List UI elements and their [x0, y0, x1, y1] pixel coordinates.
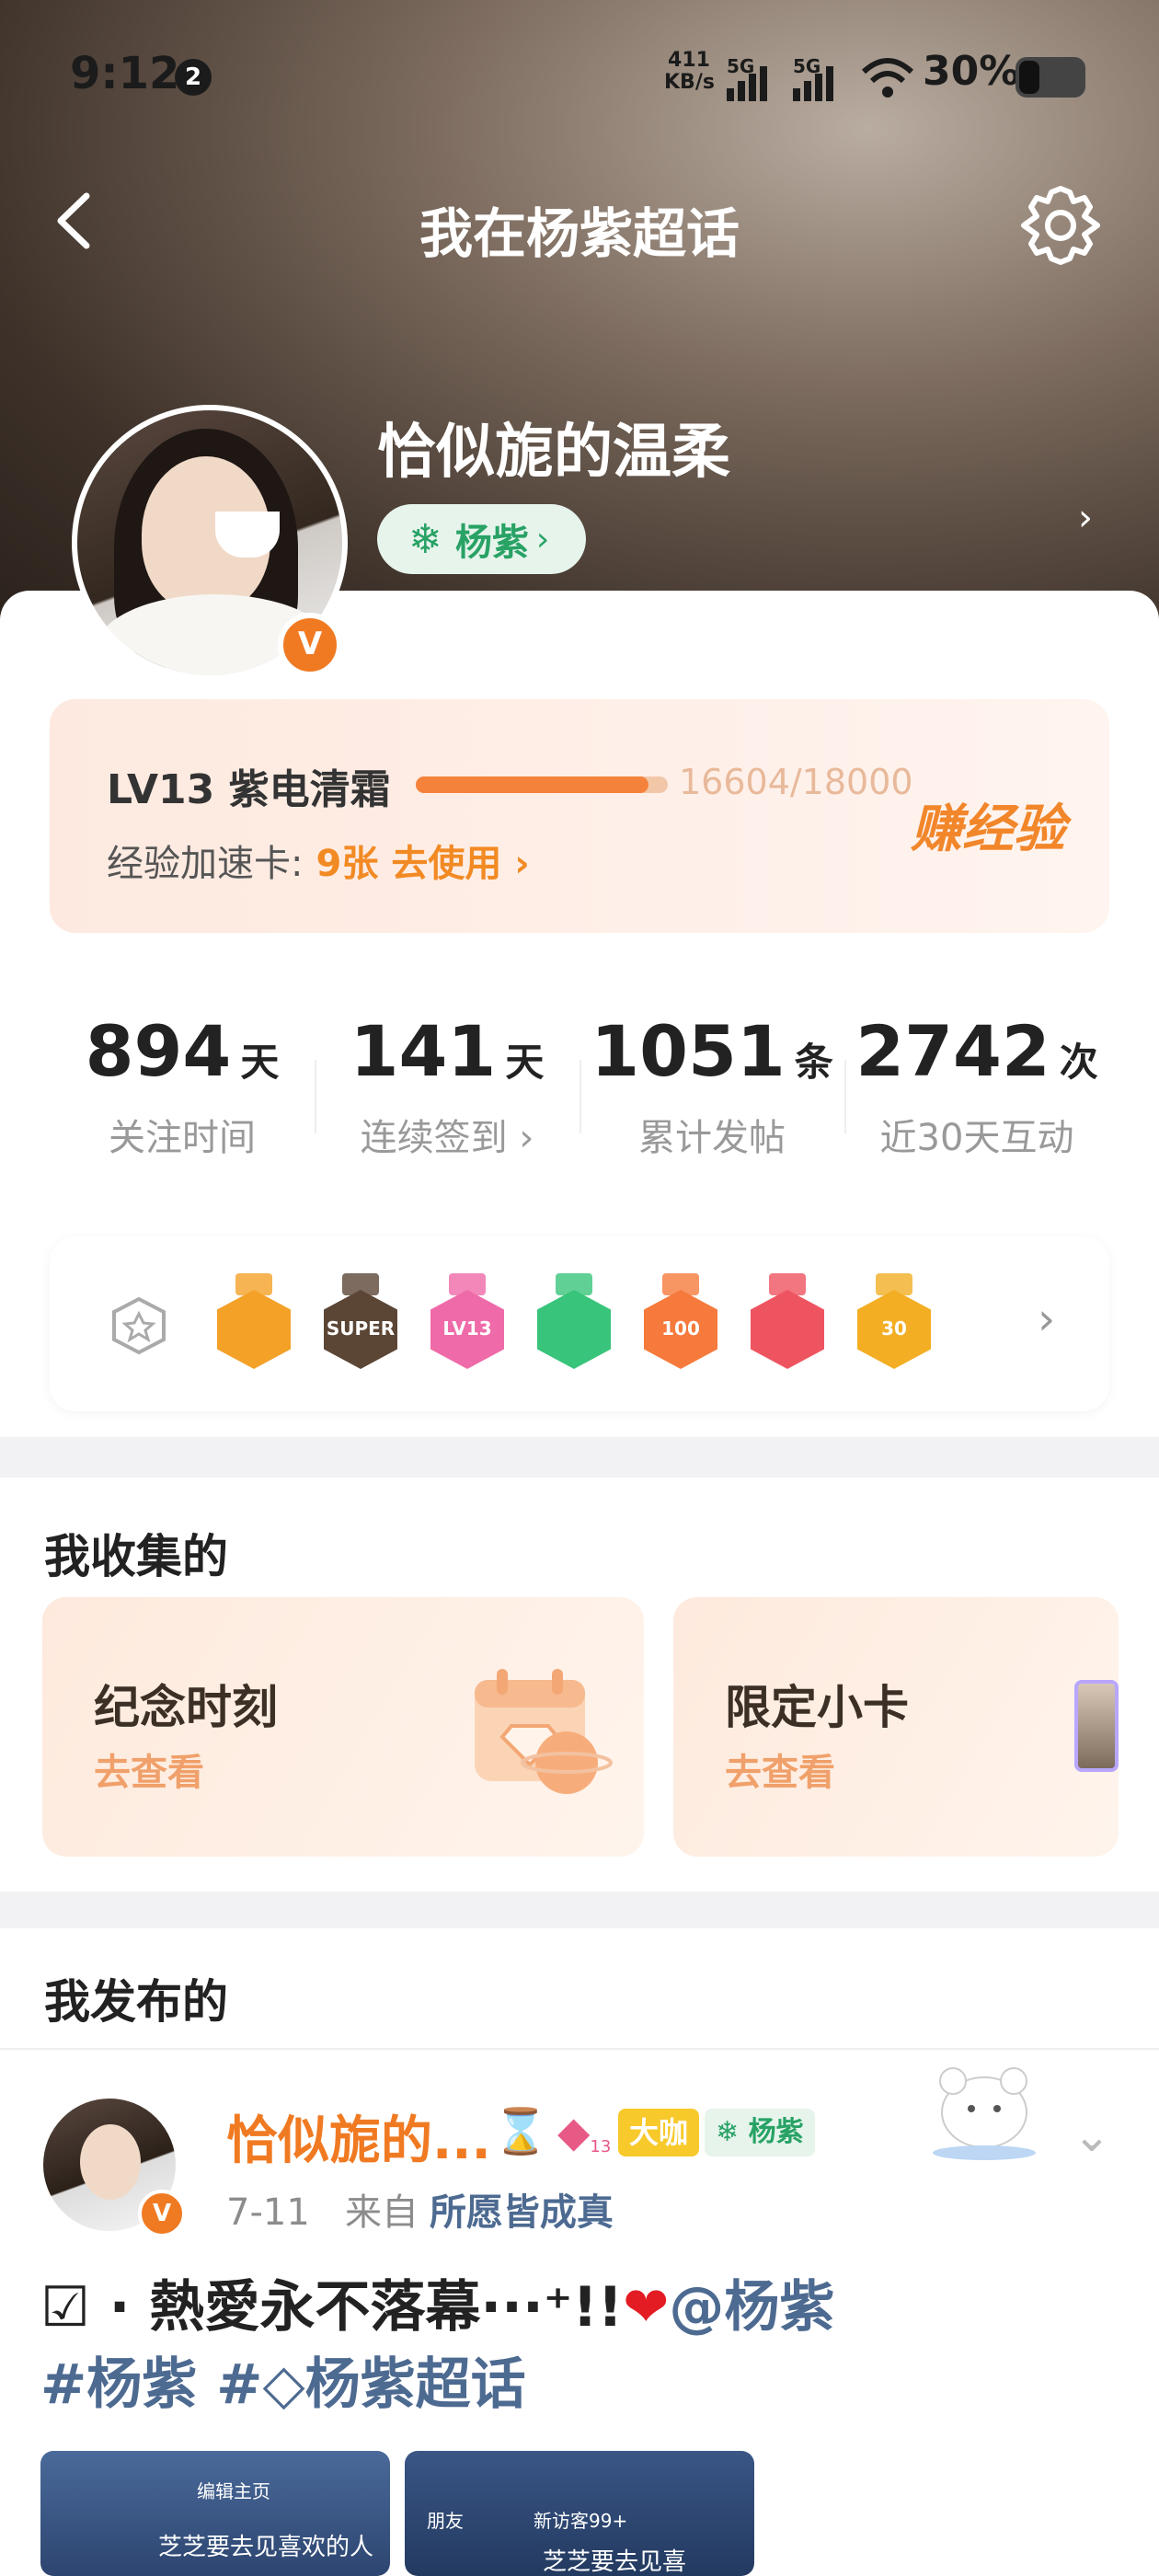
topic-pill-label: 杨紫: [454, 522, 529, 564]
nav-bar: 我在杨紫超话: [0, 170, 1159, 271]
badge-hand[interactable]: [532, 1273, 616, 1374]
stat-value: 141: [350, 1010, 497, 1092]
vip-tag: 大咖: [618, 2109, 700, 2156]
gem-level-icon: ◆13: [557, 2107, 612, 2156]
badge-30days[interactable]: 30: [852, 1273, 936, 1374]
earn-exp-button[interactable]: 赚经验: [911, 788, 1065, 862]
stat-label: 累计发帖: [638, 1117, 786, 1159]
verified-badge: V: [138, 2190, 186, 2237]
memorial-moments-card[interactable]: 纪念时刻 去查看: [42, 1597, 644, 1857]
stat-value: 2742: [855, 1010, 1050, 1092]
post-text: ☑ · 熱愛永不落幕···⁺!!❤@杨紫 #杨紫 #◇杨紫超话: [40, 2269, 1126, 2423]
main-card: LV13 紫电清霜 16604/18000 经验加速卡: 9张 去使用 › 赚经验 …: [0, 591, 1159, 1437]
posts-section: 我发布的 V 恰似旎的... ⌛ ◆13 大咖 ❄ 杨紫 ⌄ 7-11 来自 所愿…: [0, 1928, 1159, 2576]
post-image-tag: 朋友: [427, 2510, 464, 2532]
photo-card-thumbnail: [1074, 1680, 1119, 1772]
accel-use-link[interactable]: 去使用 ›: [391, 843, 529, 885]
signal-icon: 5G: [727, 55, 782, 101]
status-bar: 9:12 2 411 KB/s 5G 5G 30%: [0, 0, 1159, 156]
collection-section: 我收集的 纪念时刻 去查看 限定小卡 去查看: [0, 1478, 1159, 1892]
post-text-body: ☑ · 熱愛永不落幕···⁺!!: [40, 2275, 624, 2340]
post-from-label: 来自: [344, 2191, 419, 2234]
badge-crown[interactable]: [212, 1273, 296, 1374]
stat-label: 关注时间: [109, 1117, 256, 1159]
section-title: 我收集的: [44, 1530, 228, 1583]
stat-follow-time: 894 天 关注时间: [50, 968, 315, 1189]
notification-count-badge: 2: [175, 59, 212, 96]
accel-card-row[interactable]: 经验加速卡: 9张 去使用 ›: [107, 834, 530, 887]
card-title: 纪念时刻: [94, 1681, 278, 1734]
chevron-right-icon[interactable]: ›: [1038, 1294, 1055, 1345]
badge-wall[interactable]: SUPER LV13 100 30 ›: [50, 1236, 1109, 1411]
post-image[interactable]: 编辑主页 芝芝要去见喜欢的人: [40, 2451, 390, 2576]
hourglass-icon: ⌛: [493, 2106, 548, 2157]
chevron-down-icon[interactable]: ⌄: [1073, 2109, 1111, 2162]
hashtag-link[interactable]: #杨紫: [40, 2352, 197, 2417]
post-image-caption: 芝芝要去见喜: [543, 2548, 687, 2576]
stat-unit: 条: [794, 1040, 833, 1085]
stat-unit: 天: [240, 1040, 280, 1085]
post-date: 7-11: [226, 2191, 310, 2234]
clock: 9:12: [70, 48, 180, 99]
limited-card-card[interactable]: 限定小卡 去查看: [673, 1597, 1119, 1857]
accel-count: 9张: [316, 843, 379, 885]
stat-value: 1051: [591, 1010, 786, 1092]
level-progress-bar: [416, 776, 668, 793]
battery-percent: 30%: [923, 48, 1020, 95]
stat-value: 894: [85, 1010, 232, 1092]
topic-tag-label: 杨紫: [748, 2116, 804, 2148]
post-meta: 7-11 来自 所愿皆成真: [226, 2182, 614, 2236]
section-title: 我发布的: [44, 1975, 228, 2029]
card-action[interactable]: 去查看: [94, 1742, 204, 1796]
post-image-tag: 新访客99+: [534, 2510, 628, 2532]
stats-panel: 894 天 关注时间 141 天 连续签到 › 1051 条 累计发帖 2742 次 近…: [50, 968, 1109, 1189]
calendar-diamond-icon: [475, 1669, 613, 1794]
post-author-name[interactable]: 恰似旎的...: [226, 2099, 491, 2174]
network-speed-value: 411: [668, 49, 710, 72]
stat-total-posts: 1051 条 累计发帖: [580, 968, 844, 1189]
bear-sticker-icon: [933, 2067, 1036, 2160]
card-action[interactable]: 去查看: [725, 1742, 835, 1796]
topic-pill[interactable]: ❄ 杨紫 ›: [377, 504, 587, 574]
hashtag-link[interactable]: #◇杨紫超话: [216, 2352, 525, 2417]
level-card[interactable]: LV13 紫电清霜 16604/18000 经验加速卡: 9张 去使用 › 赚经验: [50, 699, 1109, 933]
verified-badge: V: [278, 613, 342, 677]
badge-home-icon[interactable]: [107, 1294, 171, 1358]
page-title: 我在杨紫超话: [419, 202, 740, 265]
stat-unit: 天: [505, 1040, 545, 1085]
post-image-caption: 芝芝要去见喜欢的人: [158, 2534, 374, 2561]
network-speed-unit: KB/s: [664, 71, 715, 94]
wifi-icon: [861, 58, 914, 98]
card-title: 限定小卡: [725, 1681, 909, 1734]
level-name: LV13 紫电清霜: [107, 766, 391, 813]
badge-100days[interactable]: 100: [638, 1273, 723, 1374]
stat-label: 连续签到 ›: [360, 1117, 534, 1159]
badge-super[interactable]: SUPER: [318, 1273, 403, 1374]
chevron-right-icon[interactable]: ›: [1078, 497, 1093, 539]
badge-lv13[interactable]: LV13: [425, 1273, 510, 1374]
gem-level-value: 13: [590, 2137, 612, 2156]
edit-profile-label: 编辑主页: [197, 2480, 270, 2502]
stat-interactions: 2742 次 近30天互动: [844, 968, 1109, 1189]
gear-icon[interactable]: [1016, 181, 1105, 270]
level-progress-text: 16604/18000: [679, 762, 913, 802]
stat-label: 近30天互动: [879, 1117, 1074, 1159]
topic-tag[interactable]: ❄ 杨紫: [705, 2109, 815, 2156]
snowflake-icon: ❄: [408, 515, 442, 563]
network-speed: 411 KB/s: [664, 49, 715, 94]
signal-icon: 5G: [793, 55, 848, 101]
post-source[interactable]: 所愿皆成真: [430, 2191, 614, 2234]
mention-link[interactable]: @杨紫: [669, 2275, 834, 2340]
battery-icon: [1016, 57, 1085, 98]
stat-unit: 次: [1059, 1040, 1098, 1085]
username: 恰似旎的温柔: [377, 419, 730, 487]
accel-label: 经验加速卡:: [107, 843, 304, 885]
badge-trophy[interactable]: [745, 1273, 830, 1374]
post-image[interactable]: 朋友 新访客99+ 芝芝要去见喜: [405, 2451, 754, 2576]
heart-icon: ❤: [623, 2275, 670, 2340]
chevron-right-icon: ›: [535, 520, 550, 558]
stat-checkin-streak[interactable]: 141 天 连续签到 ›: [315, 968, 580, 1189]
